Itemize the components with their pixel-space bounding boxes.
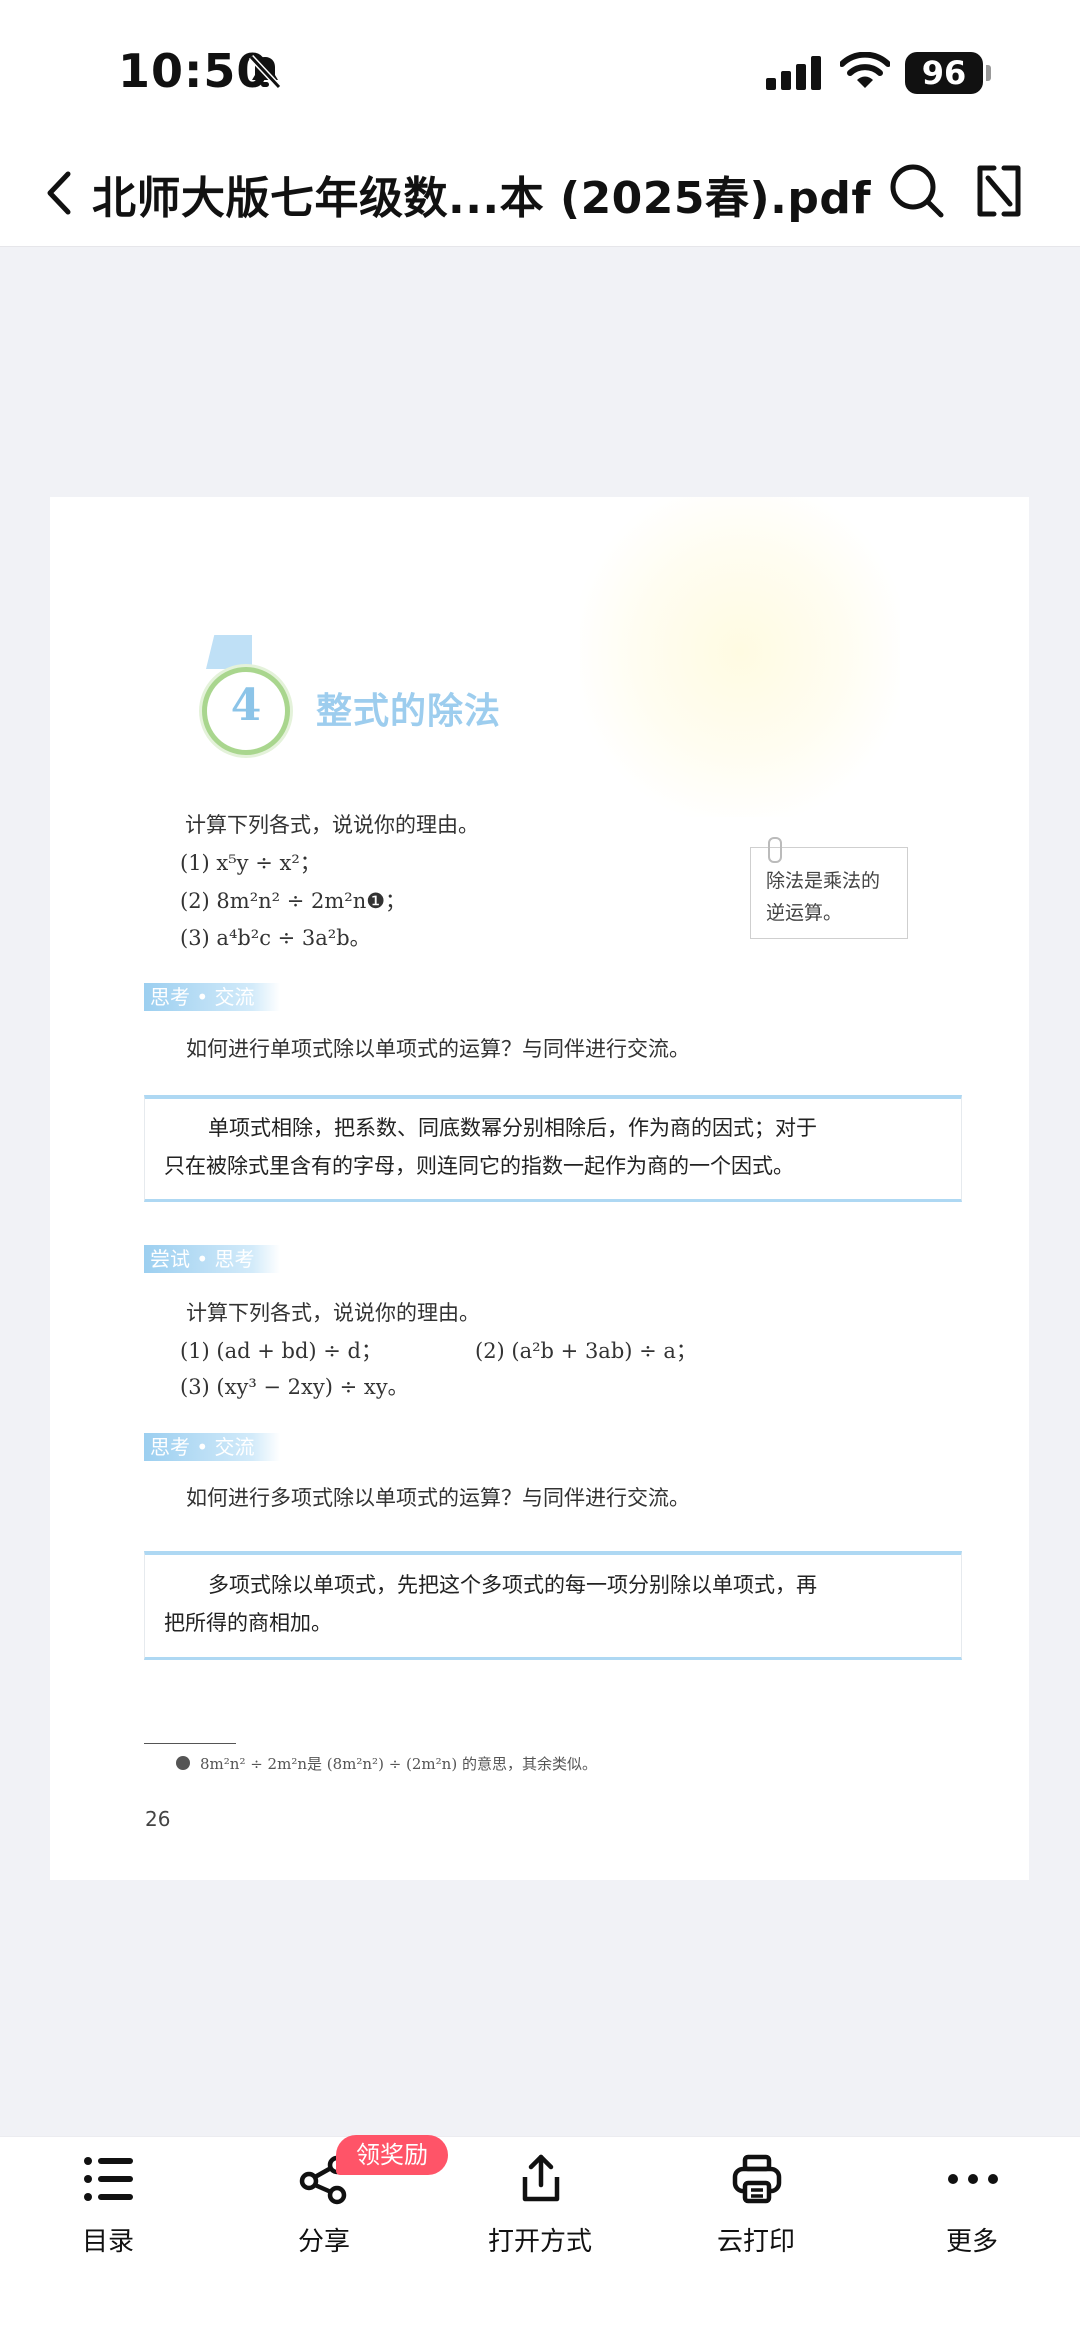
toc-button[interactable]: 目录 — [38, 2137, 178, 2267]
footnote-marker-icon — [176, 1756, 190, 1770]
paperclip-icon — [768, 837, 782, 863]
intro-text-2: 计算下列各式，说说你的理由。 — [186, 1301, 480, 1325]
search-icon[interactable] — [888, 162, 946, 224]
intro-text: 计算下列各式，说说你的理由。 — [185, 813, 479, 837]
tag-try-think: 尝试 • 思考 — [144, 1245, 280, 1273]
exercise-2-3: (3) (xy³ − 2xy) ÷ xy。 — [180, 1375, 409, 1399]
rule-2: 多项式除以单项式，先把这个多项式的每一项分别除以单项式，再 把所得的商相加。 — [164, 1566, 817, 1642]
share-reward-badge[interactable]: 领奖励 — [336, 2135, 448, 2175]
exercise-1-2: (2) 8m²n² ÷ 2m²n❶； — [180, 889, 407, 913]
open-with-label: 打开方式 — [487, 2227, 592, 2257]
question-1: 如何进行单项式除以单项式的运算？与同伴进行交流。 — [186, 1037, 690, 1061]
tag-think-discuss-1: 思考 • 交流 — [144, 983, 280, 1011]
section-number: 4 — [230, 680, 262, 731]
rule-1-line-1: 单项式相除，把系数、同底数幂分别相除后，作为商的因式；对于 — [208, 1116, 817, 1140]
battery-level: 96 — [905, 52, 983, 94]
more-button[interactable]: 更多 — [902, 2137, 1042, 2267]
rule-1: 单项式相除，把系数、同底数幂分别相除后，作为商的因式；对于 只在被除式里含有的字… — [164, 1109, 817, 1185]
battery-tip — [986, 65, 991, 81]
side-note-line-1: 除法是乘法的 — [766, 870, 881, 892]
exercise-2-2: (2) (a²b + 3ab) ÷ a； — [475, 1339, 697, 1363]
expand-icon[interactable] — [974, 162, 1024, 224]
tag-think-discuss-2: 思考 • 交流 — [144, 1433, 280, 1461]
side-note: 除法是乘法的 逆运算。 — [766, 865, 880, 929]
upload-icon — [522, 2154, 560, 2202]
page-highlight-glow — [580, 497, 900, 817]
bell-muted-icon — [248, 54, 282, 94]
rule-2-line-2: 把所得的商相加。 — [164, 1611, 332, 1635]
cellular-signal-icon — [766, 56, 824, 94]
document-title: 北师大版七年级数...本 (2025春).pdf — [92, 173, 871, 224]
title-bar: 北师大版七年级数...本 (2025春).pdf — [0, 140, 1080, 247]
page-number: 26 — [145, 1807, 171, 1831]
toc-label: 目录 — [81, 2227, 134, 2257]
back-chevron-icon[interactable] — [42, 166, 76, 224]
status-bar: 10:50 96 — [0, 0, 1080, 140]
open-with-button[interactable]: 打开方式 — [470, 2137, 610, 2267]
rule-1-line-2: 只在被除式里含有的字母，则连同它的指数一起作为商的一个因式。 — [164, 1154, 794, 1178]
exercise-2-1: (1) (ad + bd) ÷ d； — [180, 1339, 382, 1363]
wifi-icon — [839, 51, 891, 94]
share-label: 分享 — [297, 2227, 350, 2257]
exercise-1-3: (3) a⁴b²c ÷ 3a²b。 — [180, 926, 371, 950]
status-time: 10:50 — [118, 44, 270, 98]
rule-2-line-1: 多项式除以单项式，先把这个多项式的每一项分别除以单项式，再 — [208, 1573, 817, 1597]
more-label: 更多 — [945, 2227, 998, 2257]
bottom-toolbar: 目录 分享 打开方式 云打印 更多 领奖励 — [0, 2135, 1080, 2342]
footnote: 8m²n² ÷ 2m²n是 (8m²n²) ÷ (2m²n) 的意思，其余类似。 — [200, 1755, 597, 1773]
section-title: 整式的除法 — [316, 691, 502, 732]
side-note-line-2: 逆运算。 — [766, 902, 843, 924]
list-icon — [84, 2157, 133, 2201]
section-flag — [206, 635, 252, 669]
print-icon — [732, 2154, 782, 2204]
question-2: 如何进行多项式除以单项式的运算？与同伴进行交流。 — [186, 1486, 690, 1510]
exercise-1-1: (1) x⁵y ÷ x²； — [180, 851, 321, 875]
cloud-print-label: 云打印 — [716, 2227, 795, 2257]
cloud-print-button[interactable]: 云打印 — [686, 2137, 826, 2267]
more-icon — [948, 2174, 998, 2184]
footnote-divider — [144, 1743, 236, 1744]
pdf-page[interactable]: 4 整式的除法 计算下列各式，说说你的理由。 (1) x⁵y ÷ x²； (2)… — [50, 497, 1029, 1880]
section-number-badge: 4 — [202, 667, 290, 755]
